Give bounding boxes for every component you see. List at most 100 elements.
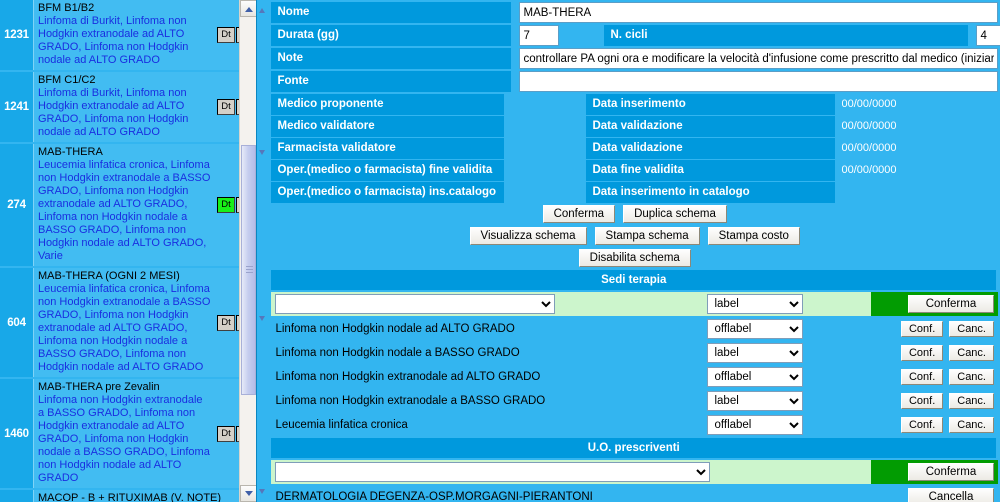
sedi-new-row: labelofflabel Conferma <box>271 292 998 316</box>
stampa-costo-button[interactable]: Stampa costo <box>707 227 800 245</box>
gap <box>504 116 586 137</box>
scheme-list-item[interactable]: 1460 MAB-THERA pre Zevalin Linfoma non Hod… <box>0 379 257 490</box>
conferma-button[interactable]: Conferma <box>542 205 616 223</box>
meta-row: Oper.(medico o farmacista) fine validita… <box>271 160 998 181</box>
gap <box>504 138 586 159</box>
uo-cancella-button[interactable]: Cancella <box>908 488 994 502</box>
gap <box>504 160 586 181</box>
sedi-row: Linfoma non Hodgkin nodale a BASSO GRADO… <box>271 342 998 364</box>
scheme-list-item[interactable]: 604 MAB-THERA (OGNI 2 MESI) Leucemia linfa… <box>0 268 257 379</box>
meta-date-label: Data validazione <box>586 116 836 137</box>
scheme-text: MAB-THERA Leucemia linfatica cronica, Lin… <box>33 144 215 266</box>
uo-new-select-cell <box>271 460 872 484</box>
uo-conferma-button[interactable]: Conferma <box>908 463 994 481</box>
scrollbar-thumb[interactable] <box>241 145 257 395</box>
page-scroll-down-arrow-icon-3[interactable] <box>258 487 269 498</box>
scheme-list-item[interactable]: 1231 BFM B1/B2 Linfoma di Burkit, Linfoma … <box>0 0 257 72</box>
scheme-detail-button[interactable]: Dt <box>216 314 235 331</box>
scheme-indications: Leucemia linfatica cronica, Linfoma non … <box>38 159 211 262</box>
n-cicli-input[interactable] <box>976 25 1000 46</box>
scrollbar-grip-icon <box>246 266 254 274</box>
meta-date-label: Data inserimento in catalogo <box>586 182 836 203</box>
scheme-title: MACOP - B + RITUXIMAB (V. NOTE) <box>38 492 222 502</box>
uo-row-actions: Cancella <box>871 486 998 502</box>
sedi-row-cancel-button[interactable]: Canc. <box>949 321 994 337</box>
durata-input[interactable] <box>519 25 560 46</box>
sedi-mode-select[interactable]: labelofflabel <box>707 367 804 387</box>
meta-operator-label: Medico proponente <box>271 94 505 115</box>
uo-new-actions: Conferma <box>871 460 998 484</box>
primary-actions-row: Conferma Duplica schema <box>271 204 998 224</box>
schemes-list: 1231 BFM B1/B2 Linfoma di Burkit, Linfoma … <box>0 0 257 502</box>
duplica-schema-button[interactable]: Duplica schema <box>623 205 727 223</box>
meta-row: Medico validatore Data validazione 00/00/0… <box>271 116 998 137</box>
fonte-input[interactable] <box>519 71 998 92</box>
sedi-new-actions: Conferma <box>871 292 998 316</box>
label-n-cicli: N. cicli <box>604 25 969 46</box>
meta-date-label: Data inserimento <box>586 94 836 115</box>
scheme-detail-button[interactable]: Dt <box>216 197 235 213</box>
scheme-detail-button[interactable]: Dt <box>216 425 235 442</box>
sedi-row-actions: Conf. Canc. <box>871 414 998 436</box>
note-input[interactable] <box>519 48 998 69</box>
schemes-list-scrollbar[interactable] <box>239 0 257 502</box>
sedi-row-confirm-button[interactable]: Conf. <box>900 369 944 385</box>
scheme-indications: Linfoma non Hodgkin extranodale a BASSO … <box>38 394 210 484</box>
scheme-detail-button[interactable]: Dt <box>216 27 235 43</box>
scroll-down-arrow-icon[interactable] <box>240 485 257 502</box>
scheme-list-item[interactable]: 873MACOP - B + RITUXIMAB (V. NOTE)Linfom… <box>0 490 257 502</box>
meta-row: Medico proponente Data inserimento 00/00/0… <box>271 94 998 115</box>
sedi-terapia-table: labelofflabel Conferma Linfoma non Hodgkin… <box>271 292 998 436</box>
stampa-schema-button[interactable]: Stampa schema <box>594 227 700 245</box>
sedi-row-actions: Conf. Canc. <box>871 390 998 412</box>
sedi-mode-cell: labelofflabel <box>701 414 872 436</box>
meta-date-value: 00/00/0000 <box>841 98 897 110</box>
sedi-row-cancel-button[interactable]: Canc. <box>949 369 994 385</box>
sedi-new-mode-select[interactable]: labelofflabel <box>707 294 804 314</box>
sedi-mode-select[interactable]: labelofflabel <box>707 319 804 339</box>
sedi-row-confirm-button[interactable]: Conf. <box>900 393 944 409</box>
sedi-row-cancel-button[interactable]: Canc. <box>949 393 994 409</box>
scheme-text: BFM B1/B2 Linfoma di Burkit, Linfoma non … <box>33 0 215 70</box>
scheme-list-item[interactable]: 274 MAB-THERA Leucemia linfatica cronica, … <box>0 144 257 268</box>
uo-new-select[interactable] <box>275 462 711 482</box>
sedi-mode-select[interactable]: labelofflabel <box>707 415 804 435</box>
uo-new-row: Conferma <box>271 460 998 484</box>
scheme-text: BFM C1/C2 Linfoma di Burkit, Linfoma non … <box>33 72 215 142</box>
meta-date-label: Data validazione <box>586 138 836 159</box>
scheme-list-item[interactable]: 1241 BFM C1/C2 Linfoma di Burkit, Linfoma … <box>0 72 257 144</box>
field-row-fonte: Fonte <box>271 71 998 92</box>
nome-input[interactable] <box>519 2 998 23</box>
uo-prescriventi-table: Conferma DERMATOLOGIA DEGENZA-OSP.MORGAGN… <box>271 460 998 502</box>
sedi-row-confirm-button[interactable]: Conf. <box>900 321 944 337</box>
sedi-mode-select[interactable]: labelofflabel <box>707 391 804 411</box>
sedi-new-site-select[interactable] <box>275 294 556 314</box>
page-scroll-down-arrow-icon[interactable] <box>258 148 269 159</box>
scheme-id: 1231 <box>0 0 33 70</box>
sedi-row-cancel-button[interactable]: Canc. <box>949 345 994 361</box>
disabilita-schema-button[interactable]: Disabilita schema <box>578 249 691 267</box>
scheme-text: MAB-THERA pre Zevalin Linfoma non Hodgkin… <box>33 379 215 488</box>
scroll-up-arrow-icon[interactable] <box>240 0 257 17</box>
field-row-nome: Nome <box>271 2 998 23</box>
page-scroll-down-arrow-icon-2[interactable] <box>258 314 269 325</box>
sedi-site-name: Linfoma non Hodgkin extranodale ad ALTO … <box>271 366 702 388</box>
sedi-row: Linfoma non Hodgkin extranodale ad ALTO … <box>271 366 998 388</box>
meta-date-value: 00/00/0000 <box>841 164 897 176</box>
scheme-detail-button[interactable]: Dt <box>216 99 235 115</box>
page-scroll-up-arrow-icon[interactable] <box>258 6 269 17</box>
sedi-row-cancel-button[interactable]: Canc. <box>949 417 994 433</box>
visualizza-schema-button[interactable]: Visualizza schema <box>469 227 587 245</box>
scheme-title: MAB-THERA (OGNI 2 MESI) <box>38 270 180 282</box>
sedi-conferma-button[interactable]: Conferma <box>908 295 994 313</box>
sedi-mode-cell: labelofflabel <box>701 318 872 340</box>
label-durata: Durata (gg) <box>271 25 512 46</box>
sedi-mode-cell: labelofflabel <box>701 366 872 388</box>
gap <box>504 182 586 203</box>
validation-meta-table: Medico proponente Data inserimento 00/00/0… <box>271 94 998 203</box>
meta-operator-label: Medico validatore <box>271 116 505 137</box>
sedi-mode-select[interactable]: labelofflabel <box>707 343 804 363</box>
meta-operator-label: Oper.(medico o farmacista) ins.catalogo <box>271 182 505 203</box>
sedi-row-confirm-button[interactable]: Conf. <box>900 345 944 361</box>
sedi-row-confirm-button[interactable]: Conf. <box>900 417 944 433</box>
